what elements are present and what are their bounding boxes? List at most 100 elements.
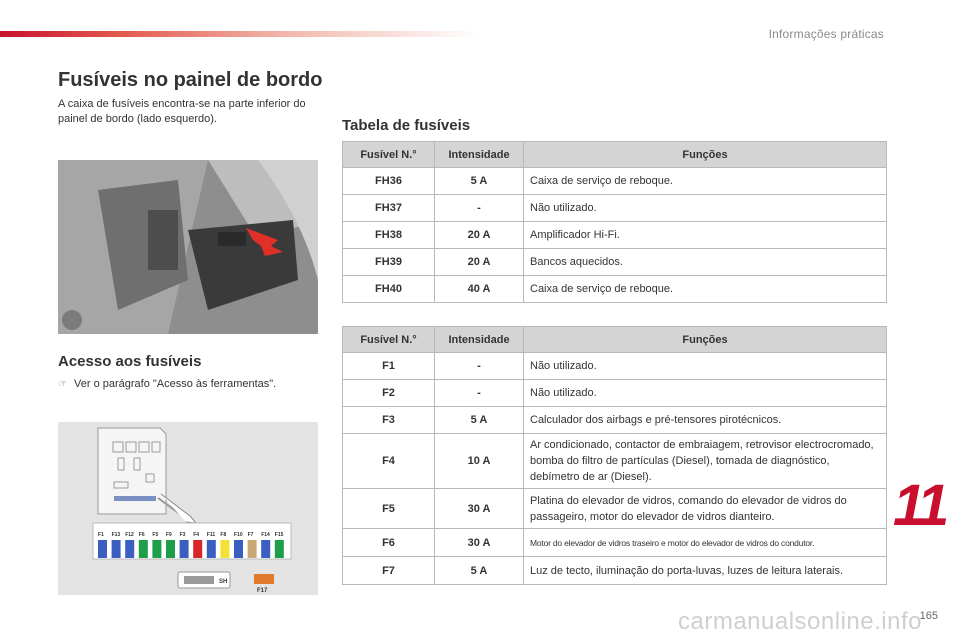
sh-label: SH <box>219 579 227 585</box>
fuse-block <box>234 540 243 558</box>
fuse-number: FH39 <box>342 248 435 276</box>
fuse-number: F3 <box>342 406 435 434</box>
fuse-rating: 30 A <box>434 488 524 529</box>
header-functions: Funções <box>523 141 887 168</box>
fuse-block <box>98 540 107 558</box>
chapter-number: 11 <box>893 473 949 538</box>
fuse-slot-label: F8 <box>220 532 226 538</box>
fuse-function: Não utilizado. <box>523 379 887 407</box>
fuse-slot-label: F12 <box>125 532 134 538</box>
fuse-rating: 5 A <box>434 406 524 434</box>
header-color-band <box>0 31 480 37</box>
fuse-number: FH36 <box>342 167 435 195</box>
dashboard-illustration <box>58 160 318 334</box>
fuse-number: F6 <box>342 528 435 557</box>
fuse-rating: 5 A <box>434 167 524 195</box>
table-row: FH36 5 A Caixa de serviço de reboque. <box>342 167 887 195</box>
fuse-rating: - <box>434 352 524 380</box>
fuse-number: F4 <box>342 433 435 489</box>
header-fuse-number: Fusível N.° <box>342 326 435 353</box>
fuse-block <box>206 540 216 558</box>
page-number: 165 <box>919 610 938 622</box>
fuse-slot-label: F6 <box>139 532 145 538</box>
fuse-function: Não utilizado. <box>523 194 887 222</box>
fuse-function: Não utilizado. <box>523 352 887 380</box>
fuse-function: Motor do elevador de vidros traseiro e m… <box>523 528 887 557</box>
fuse-function: Luz de tecto, iluminação do porta-luvas,… <box>523 556 887 585</box>
fuse-function: Caixa de serviço de reboque. <box>523 275 887 303</box>
page-title: Fusíveis no painel de bordo <box>58 69 323 91</box>
fuse-number: F7 <box>342 556 435 585</box>
table-header-row: Fusível N.° Intensidade Funções <box>342 141 887 168</box>
dashboard-photo <box>58 160 318 334</box>
fuse-block <box>179 540 189 558</box>
fuse-function: Platina do elevador de vidros, comando d… <box>523 488 887 529</box>
table-row: F7 5 A Luz de tecto, iluminação do porta-l… <box>342 556 887 585</box>
fuse-function: Calculador dos airbags e pré-tensores pi… <box>523 406 887 434</box>
fuse-number: F2 <box>342 379 435 407</box>
fuse-number: FH38 <box>342 221 435 249</box>
access-section-title: Acesso aos fusíveis <box>58 353 202 370</box>
fuse-slot-label: F5 <box>152 532 158 538</box>
fuse-table-title: Tabela de fusíveis <box>342 117 471 134</box>
section-title: Informações práticas <box>768 27 884 41</box>
fuse-block <box>220 540 230 558</box>
fuse-box-drawing: F1 F13 F12 F6 F5 F9 F3 F4 F11 F8 F10 F7 F14 F15 SH F1… <box>58 422 318 595</box>
fuse-rating: 10 A <box>434 433 524 489</box>
fuse-rating: - <box>434 194 524 222</box>
fuse-function: Amplificador Hi-Fi. <box>523 221 887 249</box>
fuse-slot-label: F14 <box>261 532 270 538</box>
fuse-rating: 20 A <box>434 248 524 276</box>
fuse-slot-label: F3 <box>180 532 186 538</box>
table-header-row: Fusível N.° Intensidade Funções <box>342 326 887 353</box>
fuse-number: FH40 <box>342 275 435 303</box>
table-row: FH39 20 A Bancos aquecidos. <box>342 248 887 276</box>
fuse-slot-label: F9 <box>166 532 172 538</box>
fuse-block <box>166 540 175 558</box>
fuse-rating: - <box>434 379 524 407</box>
fuse-block <box>111 540 121 558</box>
header-functions: Funções <box>523 326 887 353</box>
fuse-rating: 40 A <box>434 275 524 303</box>
fuse-slot-label: F10 <box>234 532 243 538</box>
fuse-block <box>193 540 203 558</box>
fuse-rating: 5 A <box>434 556 524 585</box>
table-row: F3 5 A Calculador dos airbags e pré-tensor… <box>342 406 887 434</box>
fuse-table-fh: Fusível N.° Intensidade Funções FH36 5 AC… <box>342 141 887 303</box>
fuse-slot-label: F11 <box>207 532 216 538</box>
fuse-slot-label: F13 <box>112 532 121 538</box>
access-instruction-text: Ver o parágrafo "Acesso às ferramentas". <box>74 378 277 390</box>
table-row: FH40 40 A Caixa de serviço de reboque. <box>342 275 887 303</box>
table-row: F1- Não utilizado. <box>342 352 887 380</box>
fuse-function: Ar condicionado, contactor de embraiagem… <box>523 433 887 489</box>
fuse-number: F1 <box>342 352 435 380</box>
table-row: F5 30 A Platina do elevador de vidros, com… <box>342 488 887 529</box>
fuse-number: FH37 <box>342 194 435 222</box>
pointing-hand-icon: ☞ <box>58 379 67 390</box>
f17-label: F17 <box>257 588 268 594</box>
header-rating: Intensidade <box>434 141 524 168</box>
watermark: carmanualsonline.info <box>678 608 922 635</box>
fuse-block <box>125 540 135 558</box>
fuse-block <box>138 540 148 558</box>
fuse-block <box>152 540 162 558</box>
fuse-slot-label: F15 <box>275 532 284 538</box>
fuse-slot-label: F1 <box>98 532 104 538</box>
header-rating: Intensidade <box>434 326 524 353</box>
table-row: F2- Não utilizado. <box>342 379 887 407</box>
intro-text: A caixa de fusíveis encontra-se na parte… <box>58 98 306 125</box>
fuse-slot-label: F7 <box>248 532 254 538</box>
table-row: F4 10 A Ar condicionado, contactor de embr… <box>342 433 887 489</box>
fuse-table-f: Fusível N.° Intensidade Funções F1- Não u… <box>342 326 887 585</box>
table-row: F6 30 A Motor do elevador de vidros trasei… <box>342 528 887 557</box>
fuse-box-diagram: F1 F13 F12 F6 F5 F9 F3 F4 F11 F8 F10 F7 F14 F15 SH F1… <box>58 422 318 595</box>
fuse-function: Bancos aquecidos. <box>523 248 887 276</box>
fuse-rating: 20 A <box>434 221 524 249</box>
fuse-slot-label: F4 <box>193 532 199 538</box>
fuse-block <box>261 540 271 558</box>
fuse-number: F5 <box>342 488 435 529</box>
fuse-function: Caixa de serviço de reboque. <box>523 167 887 195</box>
fuse-block <box>247 540 257 558</box>
fuse-rating: 30 A <box>434 528 524 557</box>
fuse-block <box>274 540 284 558</box>
